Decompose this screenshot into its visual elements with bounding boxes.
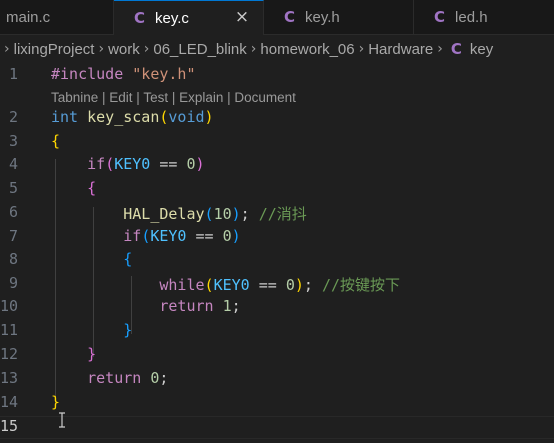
code-line: int key_scan(void) — [51, 108, 214, 126]
tab-label: led.h — [455, 8, 488, 26]
tab-label: key.h — [305, 8, 340, 26]
code-line: } — [123, 321, 133, 339]
breadcrumb-item[interactable]: lixingProject — [14, 41, 95, 58]
chevron-right-icon: › — [98, 41, 105, 57]
chevron-right-icon: › — [358, 41, 365, 57]
breadcrumb-item[interactable]: 06_LED_blink — [153, 41, 246, 58]
code-line: { — [123, 250, 133, 268]
line-number: 4 — [8, 155, 18, 173]
code-line: if(KEY0 == 0) — [123, 227, 241, 245]
chevron-right-icon: › — [4, 41, 10, 57]
tab-key-c[interactable]: C key.c × — [114, 0, 264, 35]
c-file-icon: C — [434, 8, 446, 26]
chevron-right-icon: › — [143, 41, 150, 57]
tab-led-h[interactable]: C led.h — [414, 0, 554, 34]
tab-key-h[interactable]: C key.h — [264, 0, 414, 34]
breadcrumb-item[interactable]: work — [108, 41, 140, 58]
close-icon[interactable]: × — [233, 8, 251, 26]
breadcrumb-item[interactable]: Hardware — [368, 41, 433, 58]
line-number: 2 — [8, 108, 18, 126]
tab-main-c[interactable]: main.c — [0, 0, 114, 34]
c-file-icon: C — [450, 40, 462, 58]
code-line: return 1; — [159, 297, 241, 315]
code-line: if(KEY0 == 0) — [87, 155, 205, 173]
editor-tab-bar: main.c C key.c × C key.h C led.h — [0, 0, 554, 35]
line-number: 15 — [0, 417, 19, 435]
current-line-highlight — [0, 416, 554, 439]
code-line: HAL_Delay(10); //消抖 — [123, 205, 307, 223]
code-line: { — [51, 132, 61, 150]
code-editor[interactable]: 1 2 3 4 5 6 7 8 9 10 11 12 13 14 15 #inc… — [0, 62, 554, 443]
line-number: 3 — [8, 132, 18, 150]
tab-label: main.c — [6, 8, 51, 26]
c-file-icon: C — [284, 8, 296, 26]
line-number: 10 — [0, 297, 19, 315]
code-line: { — [87, 179, 97, 197]
codelens-actions[interactable]: Tabnine | Edit | Test | Explain | Docume… — [51, 90, 296, 105]
line-number: 1 — [8, 65, 18, 83]
chevron-right-icon: › — [250, 41, 257, 57]
line-number: 12 — [0, 345, 19, 363]
code-line: } — [51, 393, 61, 411]
code-line: while(KEY0 == 0); //按键按下 — [159, 276, 400, 294]
line-number: 8 — [8, 250, 18, 268]
breadcrumb-item[interactable]: homework_06 — [260, 41, 354, 58]
line-number: 9 — [8, 274, 18, 292]
code-line: #include "key.h" — [51, 65, 196, 83]
line-number: 5 — [8, 179, 18, 197]
chevron-right-icon: › — [437, 41, 443, 57]
line-number: 7 — [8, 227, 18, 245]
line-number: 14 — [0, 393, 19, 411]
c-file-icon: C — [134, 9, 146, 27]
tab-label: key.c — [155, 9, 189, 27]
code-line: return 0; — [87, 369, 169, 387]
breadcrumb: › lixingProject › work › 06_LED_blink › … — [0, 36, 554, 62]
line-number: 6 — [8, 203, 18, 221]
text-cursor-icon — [59, 412, 65, 428]
breadcrumb-file[interactable]: C key — [447, 40, 493, 58]
line-number: 13 — [0, 369, 19, 387]
line-number: 11 — [0, 321, 19, 339]
code-line: } — [87, 345, 97, 363]
breadcrumb-item: key — [469, 40, 494, 58]
